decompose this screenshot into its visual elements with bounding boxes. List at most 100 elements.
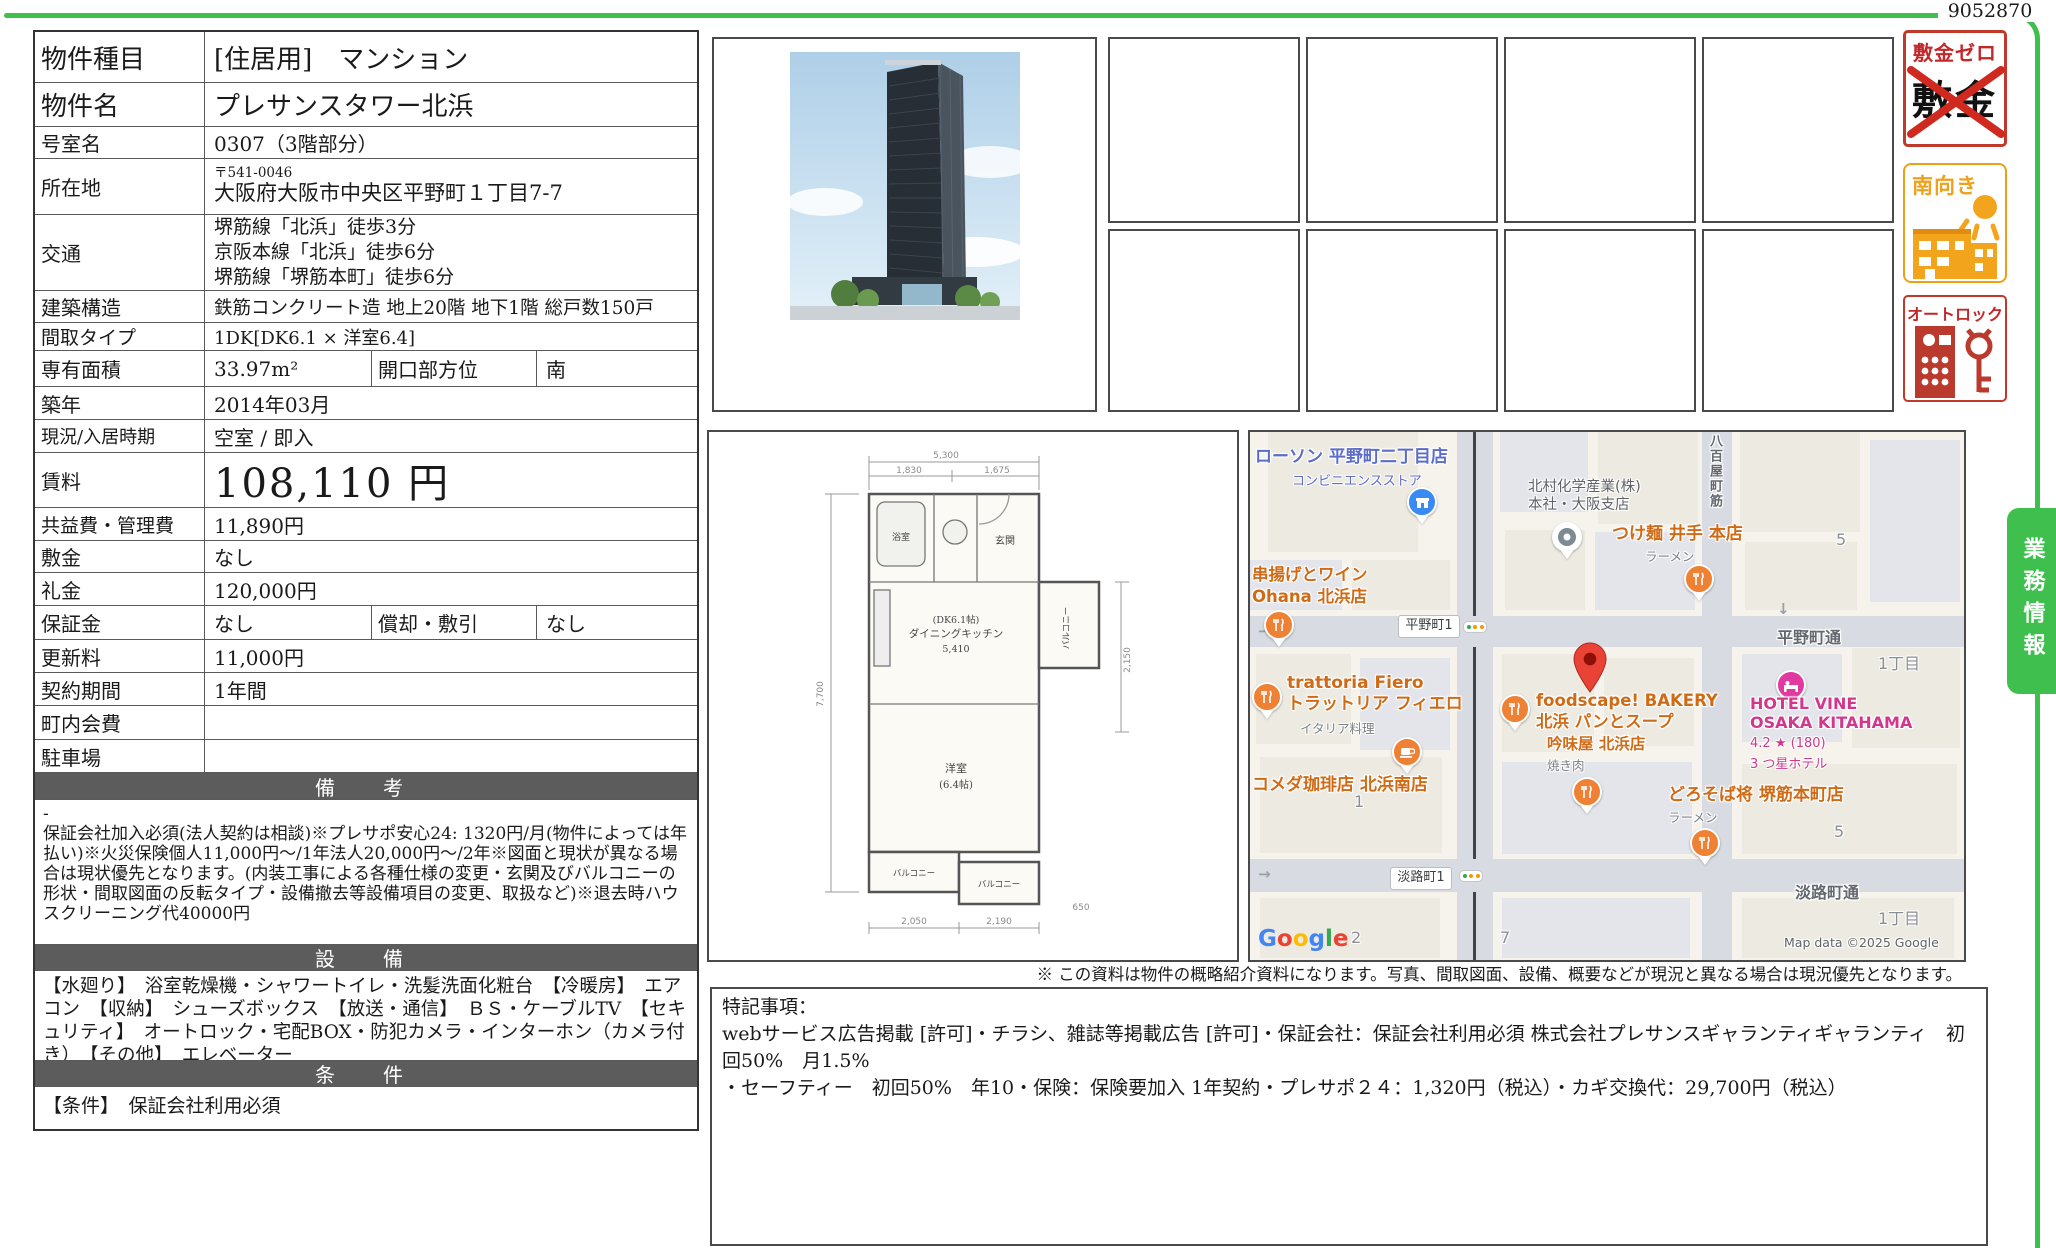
poi-foodscape-sub: 北浜 パンとスープ: [1536, 712, 1674, 732]
badge-auto-lock: オートロック: [1903, 295, 2007, 402]
table-row: 敷金 なし: [35, 540, 697, 572]
poi-ohana-sub: Ohana 北浜店: [1252, 587, 1367, 607]
poi-ide-ramen: つけ麺 井手 本店: [1612, 524, 1743, 544]
row-label: 町内会費: [35, 706, 205, 739]
row-label: 更新料: [35, 640, 205, 672]
table-row: 間取タイプ 1DK[DK6.1 × 洋室6.4]: [35, 322, 697, 350]
business-info-tab-label: 業務情報: [2016, 537, 2048, 665]
photo-placeholder-7: [1504, 229, 1696, 412]
poi-komeda: コメダ珈琲店 北浜南店: [1252, 775, 1428, 795]
map-disclaimer: ※ この資料は物件の概略紹介資料になります。写真、間取図面、設備、概要などが現況…: [700, 961, 1962, 985]
poi-ohana: 串揚げとワイン: [1252, 565, 1368, 585]
svg-text:(6.4帖): (6.4帖): [939, 778, 973, 791]
row-value: 33.97m²: [205, 351, 372, 386]
hotel-class: 3 つ星ホテル: [1750, 753, 1827, 772]
table-row: 現況/入居時期 空室 / 即入: [35, 419, 697, 452]
table-row: 建築構造 鉄筋コンクリート造 地上20階 地下1階 総戸数150戸: [35, 290, 697, 322]
map-attribution: Map data ©2025 Google: [1784, 935, 1939, 950]
row-value: [205, 706, 697, 739]
conditions-row: 【条件】 保証会社利用必須: [35, 1086, 697, 1129]
svg-text:2,150: 2,150: [1123, 647, 1133, 673]
svg-text:7,700: 7,700: [816, 681, 826, 707]
row-value: 1DK[DK6.1 × 洋室6.4]: [205, 323, 697, 350]
district-label: 1丁目: [1878, 905, 1920, 929]
special-notes-line1: webサービス広告掲載 [許可]・チラシ、雑誌等掲載広告 [許可]・保証会社：保…: [722, 1021, 1976, 1075]
floor-plan-box: 5,300 1,830 1,675 7,700 2,150 650 2,050 …: [707, 430, 1239, 962]
special-notes-title: 特記事項：: [722, 994, 1976, 1021]
conditions-text: 【条件】 保証会社利用必須: [35, 1087, 289, 1129]
row-value: 空室 / 即入: [205, 420, 697, 452]
badge-no-deposit: 敷金ゼロ 敷金: [1903, 30, 2007, 147]
property-location-pin-icon[interactable]: [1572, 642, 1608, 694]
restaurant-pin-icon[interactable]: [1252, 682, 1282, 712]
poi-hotel-vine: HOTEL VINE: [1750, 694, 1857, 713]
poi-kitamura-sub: 本社・大阪支店: [1528, 497, 1630, 514]
location-map[interactable]: 平野町1 淡路町1 平野町通 淡路町通 八百屋町筋 1丁目 1丁目 5 5 1 …: [1248, 430, 1966, 962]
oneway-arrow-icon: ↓: [1777, 600, 1790, 618]
hotel-rating: 4.2 ★ (180): [1750, 736, 1826, 751]
restaurant-pin-icon[interactable]: [1690, 828, 1720, 858]
row-label: 共益費・管理費: [35, 508, 205, 540]
road-name-awajimachi-dori: 淡路町通: [1795, 879, 1859, 903]
svg-text:(DK6.1帖): (DK6.1帖): [933, 614, 980, 626]
svg-text:5,410: 5,410: [942, 644, 969, 655]
poi-ginmiya: 吟味屋 北浜店: [1547, 735, 1645, 754]
rent-value: 108,110 円: [205, 453, 697, 507]
row-value: 0307（3階部分）: [205, 127, 697, 158]
row-value: 〒541-0046 大阪府大阪市中央区平野町１丁目7-7: [205, 159, 697, 214]
photo-placeholder-4: [1702, 37, 1894, 223]
property-flyer-page: 9052870 業務情報 物件種目 [住居用] マンション 物件名 プレサンスタ…: [0, 0, 2056, 1248]
row-value: 11,890円: [205, 508, 697, 540]
traffic-light-icon: [1463, 621, 1487, 633]
row-value: [205, 740, 697, 772]
table-row: 駐車場: [35, 739, 697, 772]
table-row: 築年 2014年03月: [35, 386, 697, 419]
poi-fiero: trattoria Fiero: [1287, 673, 1424, 693]
svg-text:ダイニングキッチン: ダイニングキッチン: [909, 627, 1004, 640]
convenience-store-pin-icon[interactable]: [1407, 487, 1437, 517]
poi-kitamura: 北村化学産業(株): [1528, 479, 1641, 496]
property-table: 物件種目 [住居用] マンション 物件名 プレサンスタワー北浜 号室名 0307…: [33, 30, 699, 1131]
poi-lawson-type: コンビニエンスストア: [1292, 470, 1422, 489]
transit-line: 堺筋線「堺筋本町」徒歩6分: [214, 265, 454, 290]
restaurant-pin-icon[interactable]: [1264, 610, 1294, 640]
restaurant-pin-icon[interactable]: [1572, 777, 1602, 807]
row-label: 専有面積: [35, 351, 205, 386]
restaurant-pin-icon[interactable]: [1684, 564, 1714, 594]
row-value: プレサンスタワー北浜: [205, 83, 697, 126]
remarks-row: - 保証会社加入必須(法人契約は相談)※プレサポ安心24: 1320円/月(物件…: [35, 799, 697, 944]
block-number: 5: [1834, 822, 1844, 841]
table-row: 契約期間 1年間: [35, 672, 697, 705]
transit-line: 京阪本線「北浜」徒歩6分: [214, 240, 435, 265]
block-number: 2: [1351, 928, 1361, 947]
row-value: なし: [205, 541, 697, 572]
road-name-yaoyamachi-suji: 八百屋町筋: [1705, 434, 1724, 509]
table-row: 保証金 なし 償却・敷引 なし: [35, 605, 697, 639]
red-cross-icon: [1903, 30, 2007, 147]
table-row: 礼金 120,000円: [35, 572, 697, 605]
photo-placeholder-2: [1306, 37, 1498, 223]
floor-plan-drawing: 5,300 1,830 1,675 7,700 2,150 650 2,050 …: [709, 432, 1237, 960]
coffee-pin-icon[interactable]: [1392, 737, 1422, 767]
business-info-tab[interactable]: 業務情報: [2007, 508, 2056, 694]
poi-hotel-vine-2: OSAKA KITAHAMA: [1750, 713, 1912, 732]
svg-text:浴室: 浴室: [892, 531, 910, 543]
svg-text:バルコニー: バルコニー: [893, 869, 935, 879]
poi-lawson: ローソン 平野町二丁目店: [1255, 447, 1448, 467]
svg-text:玄関: 玄関: [995, 534, 1015, 547]
poi-fiero-type: イタリア料理: [1300, 718, 1375, 737]
restaurant-pin-icon[interactable]: [1500, 694, 1530, 724]
main-photo-cell: [712, 37, 1097, 412]
svg-text:1,675: 1,675: [984, 466, 1010, 476]
map-canvas: 平野町1 淡路町1 平野町通 淡路町通 八百屋町筋 1丁目 1丁目 5 5 1 …: [1250, 432, 1964, 960]
poi-foodscape: foodscape! BAKERY: [1536, 691, 1718, 711]
remarks-text: - 保証会社加入必須(法人契約は相談)※プレサポ安心24: 1320円/月(物件…: [35, 800, 697, 944]
row-value: なし: [205, 606, 372, 639]
photo-placeholder-8: [1702, 229, 1894, 412]
photo-placeholder-1: [1108, 37, 1300, 223]
special-notes-box: 特記事項： webサービス広告掲載 [許可]・チラシ、雑誌等掲載広告 [許可]・…: [710, 987, 1988, 1246]
row-label: 礼金: [35, 573, 205, 605]
company-place-pin-icon[interactable]: [1552, 522, 1582, 552]
intercom-key-icon: [1905, 324, 2005, 400]
equipment-row: 【水廻り】 浴室乾燥機・シャワートイレ・洗髪洗面化粧台 【冷暖房】 エアコン 【…: [35, 970, 697, 1060]
